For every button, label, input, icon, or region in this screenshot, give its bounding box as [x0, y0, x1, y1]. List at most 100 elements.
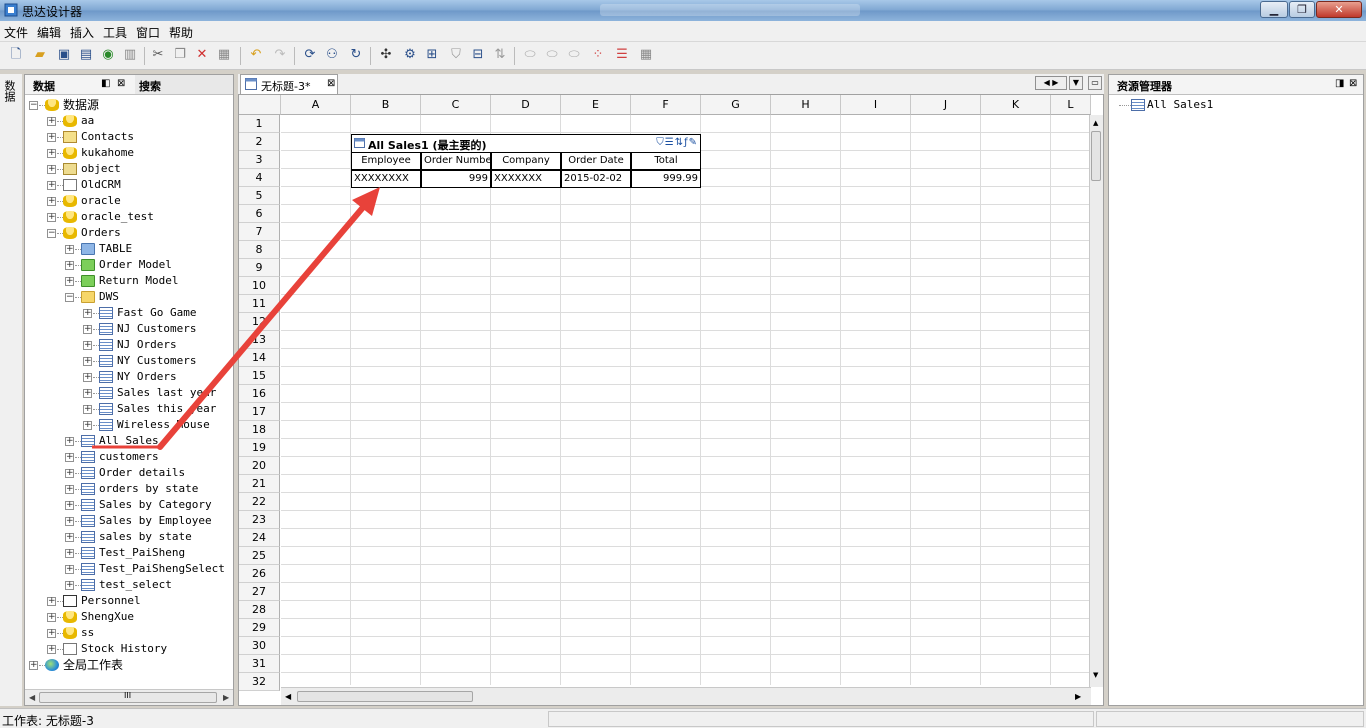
undo-icon[interactable]: ↶ [248, 47, 264, 63]
pin-icon[interactable]: ◧ [101, 78, 110, 89]
column-header[interactable]: F [631, 95, 701, 115]
expand-icon[interactable]: + [65, 277, 74, 286]
report-header-order-number[interactable]: Order Number [421, 152, 491, 170]
scroll-down-arrow-icon[interactable]: ▼ [1093, 671, 1098, 679]
preview-icon[interactable]: ◉ [100, 47, 116, 63]
merge-icon[interactable]: ⁘ [590, 47, 606, 63]
sheet-scroll-right-icon[interactable]: ▶ [1075, 692, 1081, 701]
menu-window[interactable]: 窗口 [136, 24, 160, 41]
list-icon[interactable]: ☰ [665, 137, 675, 148]
new-file-icon[interactable]: 🗋 [8, 47, 24, 63]
tree-horizontal-scrollbar[interactable]: ◀ III ▶ [25, 689, 233, 705]
tab-close-icon[interactable]: ⊠ [327, 78, 335, 89]
sheet-scroll-left-icon[interactable]: ◀ [285, 692, 291, 701]
column-header[interactable]: B [351, 95, 421, 115]
expand-icon[interactable]: + [65, 517, 74, 526]
sheet-vertical-scrollbar[interactable]: ▲ ▼ [1089, 115, 1103, 687]
scroll-up-arrow-icon[interactable]: ▲ [1093, 119, 1098, 127]
vertical-data-tab[interactable]: 数据 [3, 80, 17, 102]
scroll-left-arrow-icon[interactable]: ◀ [29, 693, 35, 702]
expand-icon[interactable]: + [65, 437, 74, 446]
filter-icon[interactable]: ⛉ [448, 47, 464, 63]
row-header[interactable]: 26 [239, 565, 280, 583]
expand-icon[interactable]: + [83, 341, 92, 350]
column-header[interactable]: G [701, 95, 771, 115]
expand-icon[interactable]: + [65, 533, 74, 542]
row-header[interactable]: 30 [239, 637, 280, 655]
row-header[interactable]: 23 [239, 511, 280, 529]
expand-icon[interactable]: + [65, 245, 74, 254]
chain-icon[interactable]: ⬭ [566, 47, 582, 63]
row-header[interactable]: 15 [239, 367, 280, 385]
data-tab-header[interactable]: 数据 ◧ ⊠ [25, 75, 135, 95]
sheet-hscroll-thumb[interactable] [297, 691, 473, 702]
row-header[interactable]: 25 [239, 547, 280, 565]
save-icon[interactable]: ▣ [56, 47, 72, 63]
menu-file[interactable]: 文件 [4, 24, 28, 41]
collapse-icon[interactable]: − [65, 293, 74, 302]
tab-untitled-3[interactable]: 无标题-3* ⊠ [240, 74, 338, 94]
layout-icon[interactable]: ▦ [638, 47, 654, 63]
row-header[interactable]: 22 [239, 493, 280, 511]
tree-scroll-thumb[interactable]: III [39, 691, 217, 703]
column-header[interactable]: L [1051, 95, 1091, 115]
row-header[interactable]: 28 [239, 601, 280, 619]
expand-icon[interactable]: + [47, 181, 56, 190]
column-header[interactable]: H [771, 95, 841, 115]
close-window-button[interactable]: ✕ [1316, 1, 1362, 18]
row-header[interactable]: 10 [239, 277, 280, 295]
report-cell-order-number[interactable]: 999 [421, 170, 491, 188]
row-header[interactable]: 17 [239, 403, 280, 421]
report-cell-employee[interactable]: XXXXXXXX [351, 170, 421, 188]
column-header[interactable]: D [491, 95, 561, 115]
menu-tools[interactable]: 工具 [103, 24, 127, 41]
row-header[interactable]: 18 [239, 421, 280, 439]
expand-icon[interactable]: + [65, 581, 74, 590]
expand-icon[interactable]: + [65, 261, 74, 270]
expand-icon[interactable]: + [47, 613, 56, 622]
expand-icon[interactable]: + [65, 453, 74, 462]
open-folder-icon[interactable]: ▰ [32, 47, 48, 63]
row-header[interactable]: 2 [239, 133, 280, 151]
unlink-icon[interactable]: ⬭ [544, 47, 560, 63]
filter-funnel-icon[interactable]: ⛉ [656, 137, 665, 148]
tab-list-dropdown-icon[interactable]: ▼ [1069, 76, 1083, 90]
row-header[interactable]: 24 [239, 529, 280, 547]
panel-close-icon[interactable]: ⊠ [117, 78, 125, 89]
expand-icon[interactable]: + [83, 309, 92, 318]
report-cell-order-date[interactable]: 2015-02-02 [561, 170, 631, 188]
split-icon[interactable]: ☰ [614, 47, 630, 63]
redo-icon[interactable]: ↷ [272, 47, 288, 63]
row-header[interactable]: 32 [239, 673, 280, 691]
column-header[interactable]: C [421, 95, 491, 115]
join-icon[interactable]: ✣ [378, 47, 394, 63]
expand-icon[interactable]: + [29, 661, 38, 670]
row-header[interactable]: 12 [239, 313, 280, 331]
column-header[interactable]: I [841, 95, 911, 115]
expand-icon[interactable]: + [47, 149, 56, 158]
resource-pin-icon[interactable]: ◨ [1335, 78, 1344, 89]
row-header[interactable]: 19 [239, 439, 280, 457]
row-header[interactable]: 7 [239, 223, 280, 241]
row-header[interactable]: 27 [239, 583, 280, 601]
row-header[interactable]: 9 [239, 259, 280, 277]
expand-icon[interactable]: + [83, 373, 92, 382]
print-icon[interactable]: ▥ [122, 47, 138, 63]
expand-icon[interactable]: + [47, 597, 56, 606]
delete-icon[interactable]: ✕ [194, 47, 210, 63]
expand-icon[interactable]: + [83, 357, 92, 366]
sheet-vscroll-thumb[interactable] [1091, 131, 1101, 181]
expand-icon[interactable]: + [65, 501, 74, 510]
row-header[interactable]: 5 [239, 187, 280, 205]
link-icon[interactable]: ⬭ [522, 47, 538, 63]
sheet-horizontal-scrollbar[interactable]: ◀ ▶ [281, 687, 1091, 705]
cut-icon[interactable]: ✂ [150, 47, 166, 63]
report-header-order-date[interactable]: Order Date [561, 152, 631, 170]
row-header[interactable]: 3 [239, 151, 280, 169]
report-cell-company[interactable]: XXXXXXX [491, 170, 561, 188]
sort-arrows-icon[interactable]: ⇅ [675, 137, 684, 148]
expand-icon[interactable]: + [83, 405, 92, 414]
hierarchy-icon[interactable]: ⚇ [324, 47, 340, 63]
row-header[interactable]: 20 [239, 457, 280, 475]
expand-icon[interactable]: + [65, 469, 74, 478]
